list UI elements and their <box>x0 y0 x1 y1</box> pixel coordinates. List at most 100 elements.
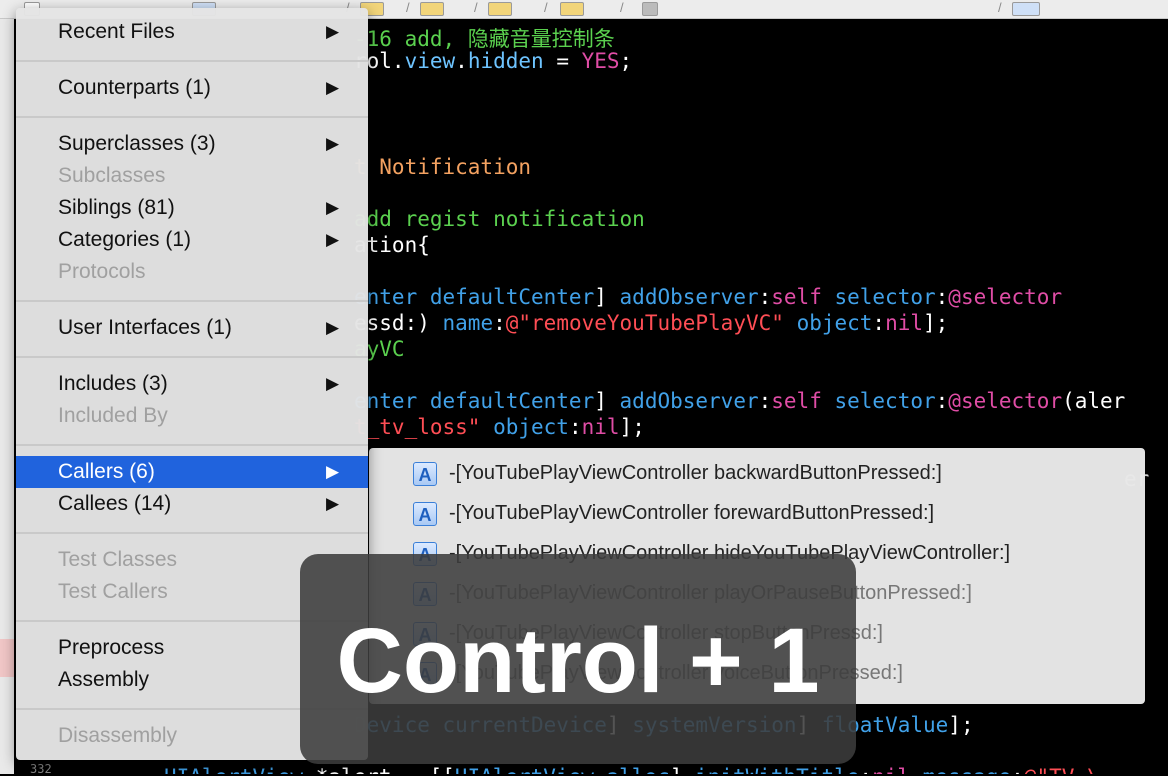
code-token: : <box>493 311 506 335</box>
code-token: addObserver <box>619 389 759 413</box>
code-token: ]; <box>923 311 949 335</box>
code-token: self <box>771 389 835 413</box>
editor-gutter <box>0 19 14 774</box>
code-token: @"TV \ <box>1024 765 1100 774</box>
code-token: name <box>442 311 494 335</box>
shortcut-label: Control + 1 <box>336 610 820 712</box>
menu-separator <box>16 532 368 534</box>
menu-item-label: Test Callers <box>58 580 168 603</box>
menu-item-siblings[interactable]: Siblings (81) ▶ <box>16 192 368 224</box>
code-line: t_tv_loss" object:nil]; <box>354 415 645 439</box>
code-token: ] <box>594 389 620 413</box>
menu-item-counterparts[interactable]: Counterparts (1) ▶ <box>16 72 368 104</box>
code-token: UIAlertView <box>455 765 607 774</box>
submenu-arrow-icon: ▶ <box>326 462 340 481</box>
code-token: initWithTitle <box>695 765 859 774</box>
code-token: @"removeYouTubePlayVC" <box>505 311 784 335</box>
code-token: = <box>543 49 582 73</box>
code-token: ]; <box>619 415 645 439</box>
caller-item-label: -[YouTubePlayViewController backwardButt… <box>449 462 942 484</box>
code-token: nil <box>885 311 924 335</box>
method-icon[interactable] <box>1012 2 1040 16</box>
menu-item-label: Disassembly <box>58 724 178 747</box>
code-line: enter defaultCenter] addObserver:self se… <box>354 285 1062 309</box>
code-token: selector <box>834 389 936 413</box>
code-token: add regist notification <box>354 207 645 231</box>
menu-item-label: Siblings (81) <box>58 196 175 219</box>
menu-item-label: User Interfaces (1) <box>58 316 232 339</box>
menu-separator <box>16 356 368 358</box>
menu-item-protocols: Protocols <box>16 256 368 288</box>
objc-method-icon: A <box>413 502 437 526</box>
caller-item[interactable]: A -[YouTubePlayViewController backwardBut… <box>369 450 1145 490</box>
menu-item-callees[interactable]: Callees (14) ▶ <box>16 488 368 520</box>
code-token: : <box>872 311 886 335</box>
path-separator: / <box>544 0 548 15</box>
code-token: addObserver <box>619 285 759 309</box>
code-token: message <box>923 765 1012 774</box>
code-token: (aler <box>1062 389 1126 413</box>
menu-separator <box>16 116 368 118</box>
folder-icon[interactable] <box>420 2 444 16</box>
code-token: : <box>935 285 949 309</box>
menu-item-label: Assembly <box>58 668 150 691</box>
menu-item-label: Included By <box>58 404 168 427</box>
code-token: : <box>859 765 872 774</box>
caller-item[interactable]: A -[YouTubePlayViewController forewardBut… <box>369 490 1145 530</box>
submenu-arrow-icon: ▶ <box>326 78 340 97</box>
code-line: add regist notification <box>354 207 645 231</box>
menu-separator <box>16 300 368 302</box>
menu-item-callers[interactable]: Callers (6) ▶ <box>16 456 368 488</box>
code-token: @selector <box>948 285 1063 309</box>
caller-item-label: -[YouTubePlayViewController forewardButt… <box>449 502 935 524</box>
menu-item-label: Recent Files <box>58 20 175 43</box>
code-token: self <box>771 285 835 309</box>
submenu-arrow-icon: ▶ <box>326 494 340 513</box>
menu-item-includes[interactable]: Includes (3) ▶ <box>16 368 368 400</box>
menu-item-label: Callees (14) <box>58 492 172 515</box>
code-token: . <box>455 49 468 73</box>
file-icon[interactable] <box>642 2 658 16</box>
code-token: nil <box>872 765 923 774</box>
code-token: : <box>568 415 582 439</box>
menu-separator <box>16 60 368 62</box>
code-token: : <box>935 389 949 413</box>
code-token: defaultCenter <box>429 285 595 309</box>
code-token: object <box>796 311 873 335</box>
code-line: UIAlertView *alert = [[UIAlertView alloc… <box>164 765 1100 774</box>
path-separator: / <box>406 0 410 15</box>
code-token: @selector <box>948 389 1063 413</box>
path-separator: / <box>620 0 624 15</box>
menu-item-included-by: Included By <box>16 400 368 432</box>
menu-item-recent-files[interactable]: Recent Files ▶ <box>16 16 368 48</box>
objc-method-icon: A <box>413 462 437 486</box>
folder-icon[interactable] <box>488 2 512 16</box>
code-token: alloc <box>607 765 670 774</box>
menu-item-label: Categories (1) <box>58 228 192 251</box>
folder-icon[interactable] <box>560 2 584 16</box>
code-line: enter defaultCenter] addObserver:self se… <box>354 389 1125 413</box>
code-line: essd:) name:@"removeYouTubePlayVC" objec… <box>354 311 948 335</box>
menu-item-subclasses: Subclasses <box>16 160 368 192</box>
submenu-arrow-icon: ▶ <box>326 318 340 337</box>
code-token: -16 add, 隐藏音量控制条 <box>354 27 615 51</box>
menu-item-label: Protocols <box>58 260 146 283</box>
code-token: ; <box>619 49 633 73</box>
submenu-arrow-icon: ▶ <box>326 198 340 217</box>
menu-item-superclasses[interactable]: Superclasses (3) ▶ <box>16 128 368 160</box>
submenu-arrow-icon: ▶ <box>326 374 340 393</box>
code-token: view <box>404 49 456 73</box>
menu-item-user-interfaces[interactable]: User Interfaces (1) ▶ <box>16 312 368 344</box>
path-separator: / <box>998 0 1002 15</box>
menu-item-categories[interactable]: Categories (1) ▶ <box>16 224 368 256</box>
menu-separator <box>16 444 368 446</box>
menu-item-label: Superclasses (3) <box>58 132 216 155</box>
menu-item-label: Counterparts (1) <box>58 76 211 99</box>
code-token: nil <box>581 415 620 439</box>
code-token: ] <box>670 765 695 774</box>
submenu-arrow-icon: ▶ <box>326 230 340 249</box>
code-token: hidden <box>467 49 544 73</box>
breakpoint-marker[interactable] <box>0 639 14 677</box>
path-separator: / <box>474 0 478 15</box>
